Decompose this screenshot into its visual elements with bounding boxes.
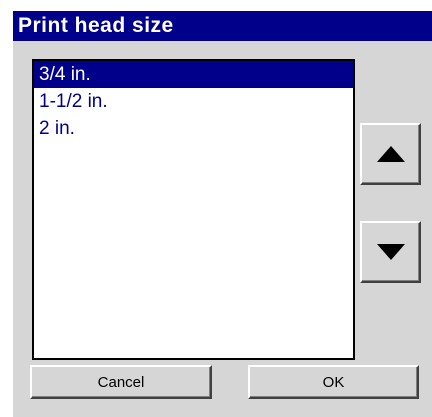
scroll-down-button[interactable]: [360, 221, 421, 283]
ok-button[interactable]: OK: [248, 365, 419, 399]
triangle-down-icon: [376, 244, 405, 260]
dialog-title: Print head size: [13, 11, 432, 41]
list-item-3-4-in[interactable]: 3/4 in.: [34, 61, 353, 88]
triangle-up-icon: [376, 146, 405, 162]
print-head-size-dialog: Print head size 3/4 in. 1-1/2 in. 2 in. …: [12, 10, 432, 417]
scroll-up-button[interactable]: [360, 123, 421, 185]
list-item-2-in[interactable]: 2 in.: [34, 115, 353, 142]
cancel-button[interactable]: Cancel: [30, 365, 212, 399]
print-head-size-listbox[interactable]: 3/4 in. 1-1/2 in. 2 in.: [32, 59, 355, 360]
list-item-1-1-2-in[interactable]: 1-1/2 in.: [34, 88, 353, 115]
